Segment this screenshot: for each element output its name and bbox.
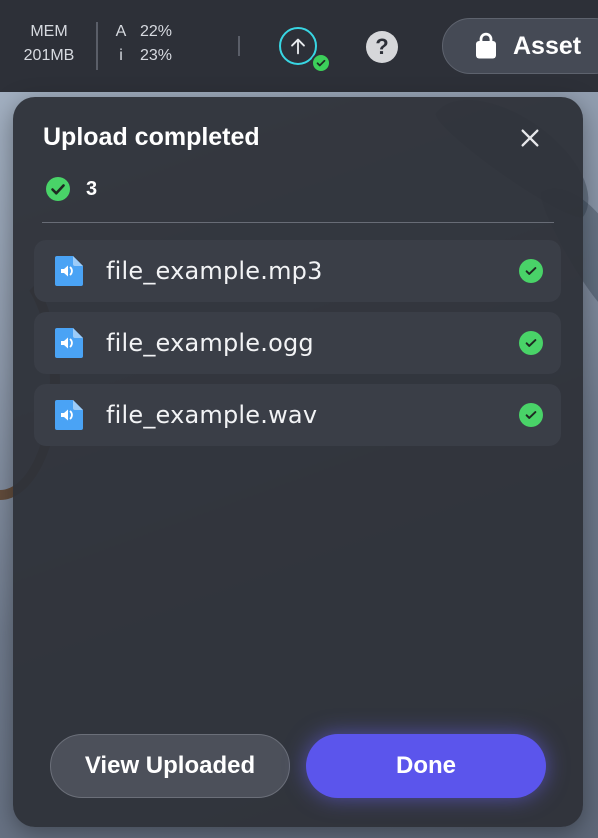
close-icon xyxy=(521,129,539,147)
close-button[interactable] xyxy=(515,123,545,153)
toolbar-divider xyxy=(238,36,240,56)
shopping-bag-icon xyxy=(476,32,496,59)
asset-store-button[interactable]: Asset xyxy=(442,18,598,74)
help-button[interactable]: ? xyxy=(366,31,398,63)
stat-a-label: A xyxy=(115,23,127,40)
memory-stat: MEM 201MB xyxy=(14,20,84,68)
stat-divider xyxy=(96,22,98,70)
upload-success-icon xyxy=(311,53,331,73)
upload-completed-dialog: Upload completed 3 file_example.mp3 file… xyxy=(13,97,583,827)
done-button[interactable]: Done xyxy=(306,734,546,798)
audio-file-icon xyxy=(55,328,83,358)
file-name: file_example.ogg xyxy=(106,329,314,357)
file-row[interactable]: file_example.mp3 xyxy=(34,240,561,302)
stat-i-label: i xyxy=(119,47,123,64)
top-toolbar: MEM 201MB A 22% i 23% ? Asset xyxy=(0,0,598,92)
file-row[interactable]: file_example.ogg xyxy=(34,312,561,374)
completed-count-value: 3 xyxy=(86,177,98,200)
upload-complete-icon xyxy=(519,331,543,355)
check-circle-icon xyxy=(46,177,70,201)
file-name: file_example.wav xyxy=(106,401,318,429)
view-uploaded-button[interactable]: View Uploaded xyxy=(50,734,290,798)
dialog-title: Upload completed xyxy=(43,123,260,151)
file-row[interactable]: file_example.wav xyxy=(34,384,561,446)
stat-i-value: 23% xyxy=(140,47,173,64)
audio-file-icon xyxy=(55,256,83,286)
uploaded-file-list: file_example.mp3 file_example.ogg file_e… xyxy=(34,240,561,456)
asset-label: Asset xyxy=(513,31,582,60)
cpu-stats: A 22% i 23% xyxy=(112,20,172,68)
arrow-up-icon xyxy=(291,38,305,55)
dialog-divider xyxy=(42,222,554,223)
completed-count: 3 xyxy=(46,177,97,201)
upload-complete-icon xyxy=(519,403,543,427)
memory-value: 201MB xyxy=(23,47,75,64)
stat-a-value: 22% xyxy=(140,23,173,40)
file-name: file_example.mp3 xyxy=(106,257,323,285)
upload-complete-icon xyxy=(519,259,543,283)
audio-file-icon xyxy=(55,400,83,430)
question-mark-icon: ? xyxy=(375,34,389,59)
memory-label: MEM xyxy=(30,23,68,40)
